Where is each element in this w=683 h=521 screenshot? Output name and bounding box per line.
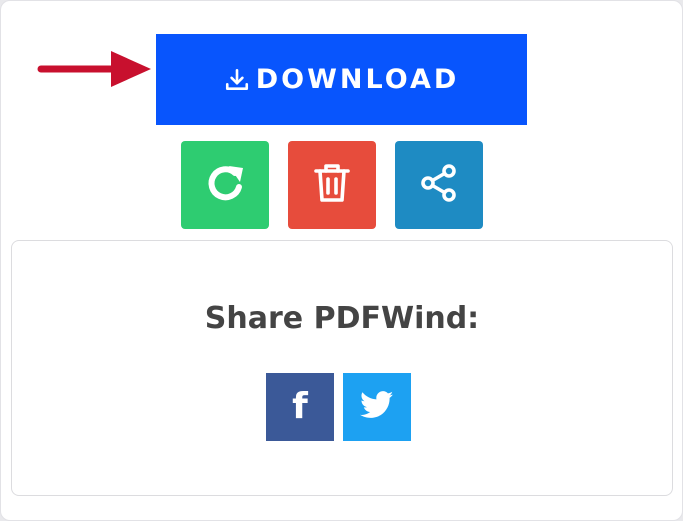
result-card: DOWNLOAD Share PDFWind: f	[0, 0, 683, 521]
twitter-icon	[360, 391, 394, 423]
facebook-share-button[interactable]: f	[266, 373, 334, 441]
twitter-share-button[interactable]	[343, 373, 411, 441]
share-panel: Share PDFWind: f	[11, 240, 673, 496]
facebook-icon: f	[292, 386, 308, 427]
share-title: Share PDFWind:	[204, 301, 480, 336]
download-button[interactable]: DOWNLOAD	[156, 34, 527, 125]
download-icon	[224, 67, 250, 93]
rotate-icon	[203, 161, 247, 209]
share-button[interactable]	[395, 141, 483, 229]
share-icon	[417, 161, 461, 209]
restart-button[interactable]	[181, 141, 269, 229]
trash-icon	[312, 161, 352, 209]
download-label: DOWNLOAD	[255, 64, 460, 95]
red-arrow-annotation	[37, 51, 151, 87]
delete-button[interactable]	[288, 141, 376, 229]
